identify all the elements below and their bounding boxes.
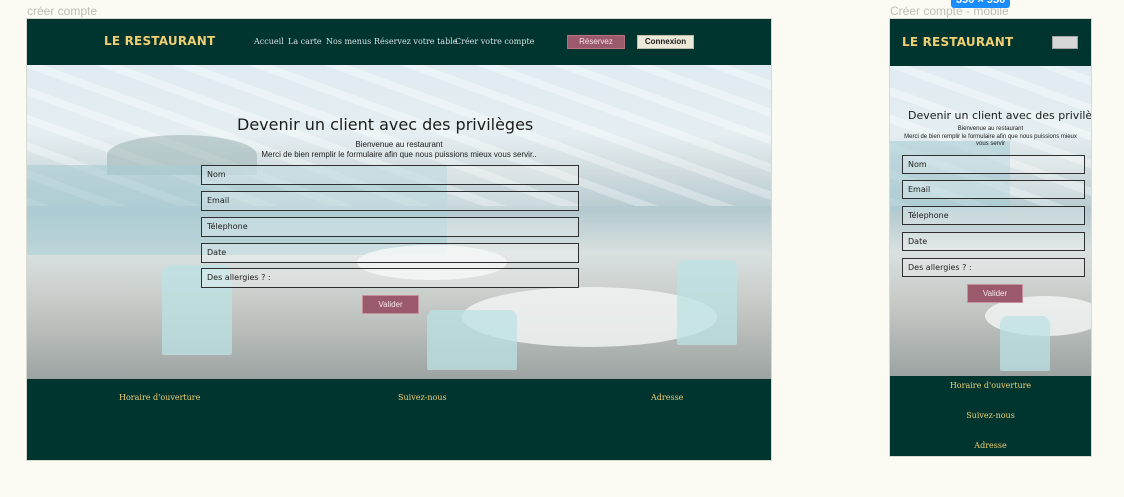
mobile-footer-hours-link[interactable]: Horaire d'ouverture [890,381,1091,390]
mobile-name-field[interactable]: Nom [902,155,1085,174]
nav-reserve-table[interactable]: Réservez votre table [374,37,457,46]
hamburger-menu-icon[interactable] [1052,36,1078,49]
login-button[interactable]: Connexion [637,35,694,49]
desktop-brand-logo[interactable]: LE RESTAURANT [104,34,215,48]
mobile-email-field[interactable]: Email [902,180,1085,199]
form-welcome: Bienvenue au restaurant [355,140,443,149]
name-field[interactable]: Nom [201,165,579,185]
mobile-submit-button[interactable]: Valider [967,284,1023,303]
mobile-phone-field[interactable]: Télephone [902,206,1085,225]
nav-accueil[interactable]: Accueil [254,37,284,46]
nav-create-account[interactable]: Créer votre compte [455,37,534,46]
form-title: Devenir un client avec des privilèges [237,115,534,134]
mobile-footer: Horaire d'ouverture Suivez-nous Adresse [890,376,1091,456]
desktop-frame-label: créer compte [27,4,98,18]
mobile-signup-form: Devenir un client avec des privilèges Bi… [890,66,1091,376]
size-badge: 390 × 950 [951,0,1011,8]
footer-address-link[interactable]: Adresse [651,393,683,402]
desktop-frame: LE RESTAURANT Accueil La carte Nos menus… [27,19,771,460]
mobile-navbar: LE RESTAURANT [890,19,1091,66]
date-field[interactable]: Date [201,243,579,263]
mobile-frame: LE RESTAURANT Devenir un client avec des… [890,19,1091,456]
desktop-signup-form: Devenir un client avec des privilèges Bi… [27,65,771,379]
mobile-date-field[interactable]: Date [902,232,1085,251]
footer-follow-link[interactable]: Suivez-nous [398,393,447,402]
footer-hours-link[interactable]: Horaire d'ouverture [119,393,200,402]
desktop-navbar: LE RESTAURANT Accueil La carte Nos menus… [27,19,771,65]
mobile-form-instruction: Merci de bien remplir le formulaire afin… [904,134,1077,147]
desktop-footer: Horaire d'ouverture Suivez-nous Adresse [27,379,771,460]
form-instruction: Merci de bien remplir le formulaire afin… [261,150,537,159]
reserve-button[interactable]: Réservez [567,35,625,49]
mobile-allergies-field[interactable]: Des allergies ? : [902,258,1085,277]
mobile-brand-logo[interactable]: LE RESTAURANT [902,35,1013,49]
nav-la-carte[interactable]: La carte [288,37,322,46]
allergies-field[interactable]: Des allergies ? : [201,268,579,288]
mobile-form-title: Devenir un client avec des privilèges [908,109,1091,122]
nav-nos-menus[interactable]: Nos menus [326,37,371,46]
mobile-footer-address-link[interactable]: Adresse [890,441,1091,450]
submit-button[interactable]: Valider [362,295,419,314]
phone-field[interactable]: Télephone [201,217,579,237]
email-field[interactable]: Email [201,191,579,211]
mobile-footer-follow-link[interactable]: Suivez-nous [890,411,1091,420]
mobile-form-welcome: Bienvenue au restaurant [957,126,1024,132]
